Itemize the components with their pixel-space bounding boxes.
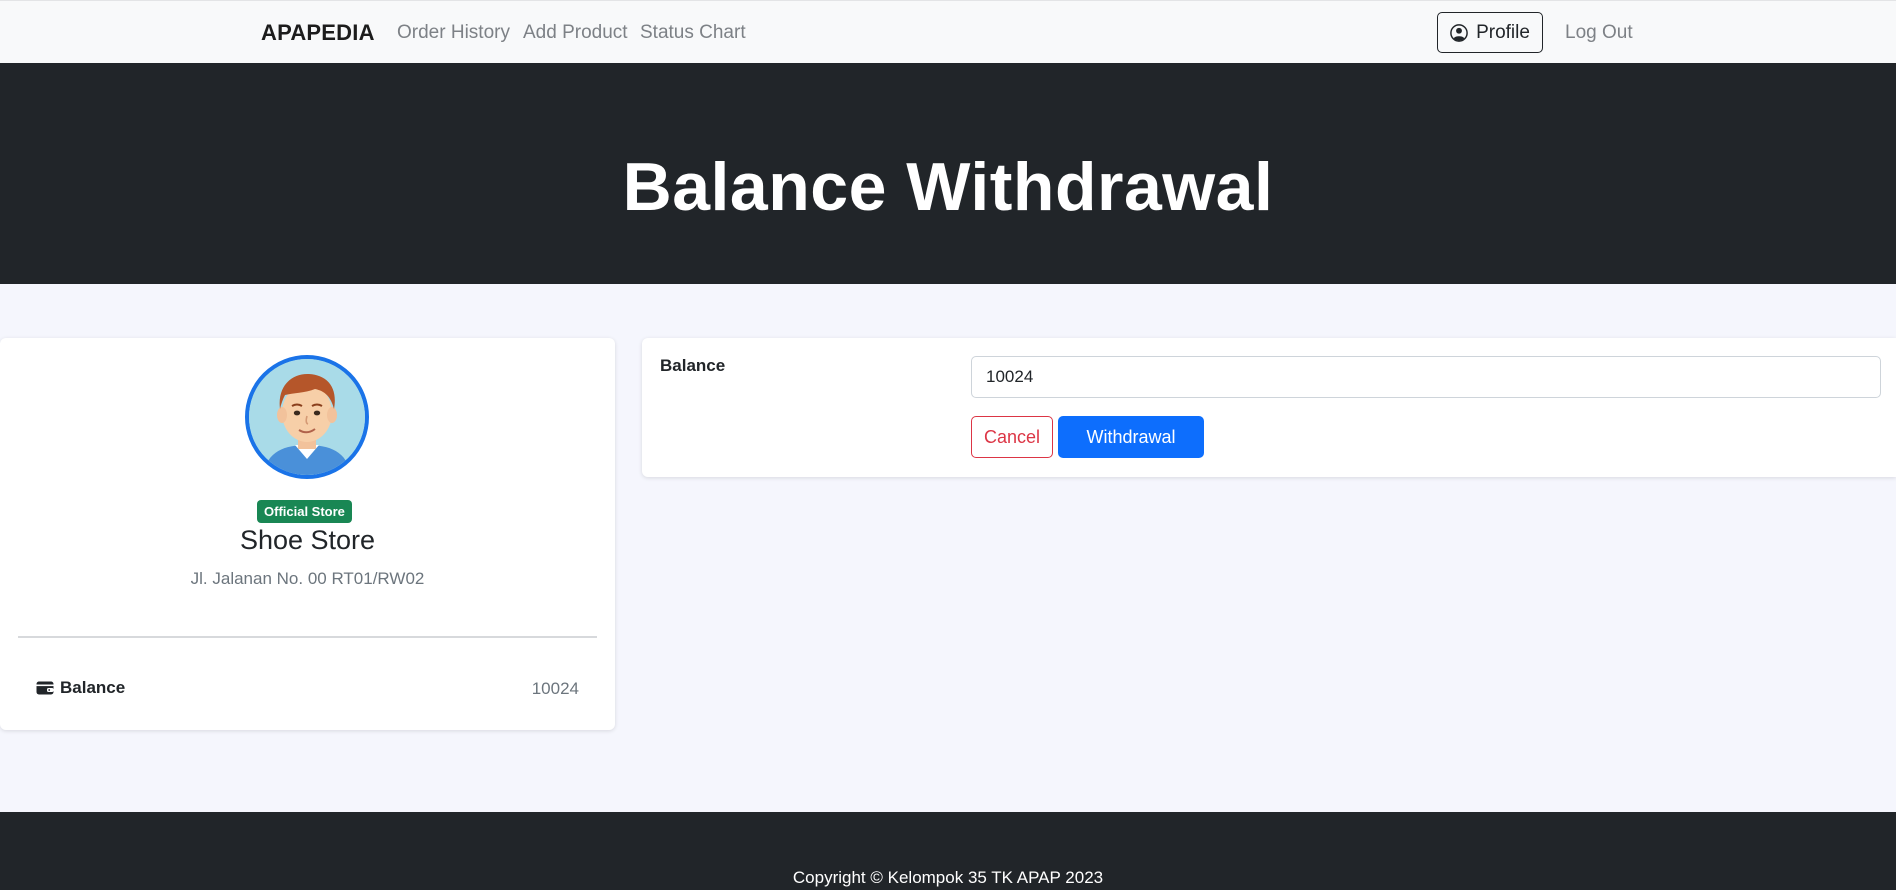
nav-add-product[interactable]: Add Product [523, 22, 628, 44]
brand-logo[interactable]: APAPEDIA [261, 20, 375, 46]
profile-button-label: Profile [1476, 21, 1530, 43]
top-navbar: APAPEDIA Order History Add Product Statu… [0, 0, 1896, 63]
official-store-badge: Official Store [257, 500, 352, 523]
store-profile-card: Official Store Shoe Store Jl. Jalanan No… [0, 338, 615, 730]
person-circle-icon [1450, 23, 1468, 42]
store-address: Jl. Jalanan No. 00 RT01/RW02 [190, 569, 425, 588]
withdrawal-form-card: Balance Cancel Withdrawal [642, 338, 1896, 477]
page-title: Balance Withdrawal [622, 148, 1274, 225]
wallet-icon [36, 681, 54, 695]
footer: Copyright © Kelompok 35 TK APAP 2023 [0, 812, 1896, 890]
store-name: Shoe Store [239, 525, 376, 555]
balance-label: Balance [60, 678, 126, 697]
withdrawal-button[interactable]: Withdrawal [1058, 416, 1204, 458]
nav-status-chart[interactable]: Status Chart [640, 22, 746, 44]
balance-row-label: Balance [36, 678, 125, 698]
logout-link[interactable]: Log Out [1565, 22, 1633, 44]
avatar [245, 355, 369, 479]
nav-order-history[interactable]: Order History [397, 22, 510, 44]
cancel-button[interactable]: Cancel [971, 416, 1053, 458]
balance-field-label: Balance [660, 356, 726, 375]
page-header: Balance Withdrawal [0, 63, 1896, 284]
balance-value: 10024 [531, 679, 579, 698]
profile-button[interactable]: Profile [1437, 12, 1543, 53]
user-avatar-icon [249, 359, 365, 475]
balance-input[interactable] [971, 356, 1881, 398]
divider [18, 636, 597, 638]
copyright-text: Copyright © Kelompok 35 TK APAP 2023 [792, 868, 1104, 887]
